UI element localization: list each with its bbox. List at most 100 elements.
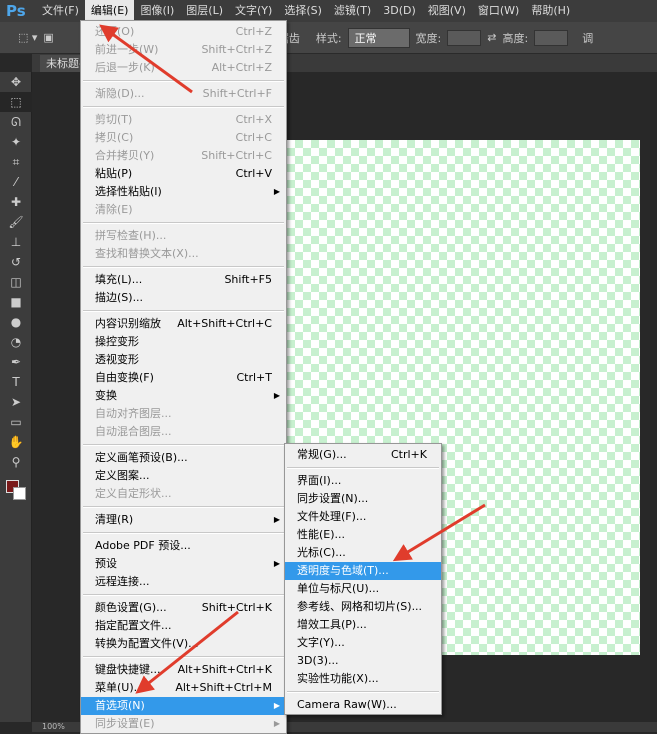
marquee-icon[interactable]: ⬚ (0, 92, 32, 112)
menu-item-label: 文件处理(F)... (297, 510, 367, 523)
path-select-icon[interactable]: ➤ (0, 392, 32, 412)
menu-item-label: 指定配置文件... (95, 619, 172, 632)
menu-item-22[interactable]: 自由变换(F) Ctrl+T (81, 369, 286, 387)
menu-item-7[interactable]: 拷贝(C) Ctrl+C (81, 129, 286, 147)
menu-item-15[interactable]: Camera Raw(W)... (285, 696, 441, 714)
menu-item-21[interactable]: 透视变形 (81, 351, 286, 369)
menu-item-9[interactable]: 参考线、网格和切片(S)... (285, 598, 441, 616)
menu-4[interactable]: 文字(Y) (229, 0, 278, 22)
menu-item-10[interactable]: 选择性粘贴(I) ▶ (81, 183, 286, 201)
menu-item-23[interactable]: 变换 ▶ (81, 387, 286, 405)
pen-icon[interactable]: ✒ (0, 352, 32, 372)
eyedropper-icon[interactable]: ⁄ (0, 172, 32, 192)
blur-icon[interactable]: ● (0, 312, 32, 332)
style-select[interactable]: 正常 (347, 27, 410, 48)
menu-1[interactable]: 编辑(E) (84, 0, 135, 22)
menu-item-29[interactable]: 定义自定形状... (81, 485, 286, 503)
menu-item-42[interactable]: 菜单(U)... Alt+Shift+Ctrl+M (81, 679, 286, 697)
menu-0[interactable]: 文件(F) (36, 0, 85, 22)
menu-item-44[interactable]: 同步设置(E) ▶ (81, 715, 286, 733)
menu-item-label: 键盘快捷键... (95, 663, 161, 676)
style-label: 样式: (315, 31, 342, 45)
menu-7[interactable]: 3D(D) (377, 0, 422, 22)
menu-item-label: 定义自定形状... (95, 487, 172, 500)
menu-item-1[interactable]: 前进一步(W) Shift+Ctrl+Z (81, 41, 286, 59)
menu-3[interactable]: 图层(L) (180, 0, 229, 22)
brush-icon[interactable]: 🖌 (0, 212, 32, 232)
crop-icon[interactable]: ⌗ (0, 152, 32, 172)
menu-item-label: 渐隐(D)... (95, 87, 145, 100)
menu-item-12[interactable]: 3D(3)... (285, 652, 441, 670)
menu-item-6[interactable]: 剪切(T) Ctrl+X (81, 111, 286, 129)
menu-item-5[interactable]: 性能(E)... (285, 526, 441, 544)
menu-item-6[interactable]: 光标(C)... (285, 544, 441, 562)
menu-item-24[interactable]: 自动对齐图层... (81, 405, 286, 423)
menu-item-2[interactable]: 后退一步(K) Alt+Ctrl+Z (81, 59, 286, 77)
refine-edge-button[interactable]: 调 (582, 30, 593, 46)
menu-8[interactable]: 视图(V) (422, 0, 472, 22)
menu-item-16[interactable]: 填充(L)... Shift+F5 (81, 271, 286, 289)
menu-item-4[interactable]: 文件处理(F)... (285, 508, 441, 526)
menu-item-13[interactable]: 实验性功能(X)... (285, 670, 441, 688)
menu-item-4[interactable]: 渐隐(D)... Shift+Ctrl+F (81, 85, 286, 103)
menu-item-7[interactable]: 透明度与色域(T)... (285, 562, 441, 580)
menu-item-39[interactable]: 转换为配置文件(V)... (81, 635, 286, 653)
menu-item-33[interactable]: Adobe PDF 预设... (81, 537, 286, 555)
menu-item-10[interactable]: 增效工具(P)... (285, 616, 441, 634)
magic-wand-icon[interactable]: ✦ (0, 132, 32, 152)
menu-item-19[interactable]: 内容识别缩放 Alt+Shift+Ctrl+C (81, 315, 286, 333)
menu-item-38[interactable]: 指定配置文件... (81, 617, 286, 635)
zoom-icon[interactable]: ⚲ (0, 452, 32, 472)
width-input[interactable] (447, 29, 482, 46)
menu-item-8[interactable]: 单位与标尺(U)... (285, 580, 441, 598)
menu-2[interactable]: 图像(I) (134, 0, 180, 22)
menu-item-9[interactable]: 粘贴(P) Ctrl+V (81, 165, 286, 183)
shape-icon[interactable]: ▭ (0, 412, 32, 432)
menu-item-25[interactable]: 自动混合图层... (81, 423, 286, 441)
swap-icon[interactable]: ⇄ (487, 31, 496, 44)
menu-item-17[interactable]: 描边(S)... (81, 289, 286, 307)
menu-item-20[interactable]: 操控变形 (81, 333, 286, 351)
menu-item-31[interactable]: 清理(R) ▶ (81, 511, 286, 529)
menu-5[interactable]: 选择(S) (278, 0, 328, 22)
menu-item-43[interactable]: 首选项(N) ▶ (81, 697, 286, 715)
menu-item-shortcut: Ctrl+T (236, 371, 272, 384)
hand-icon[interactable]: ✋ (0, 432, 32, 452)
menu-item-label: 透明度与色域(T)... (297, 564, 389, 577)
menu-9[interactable]: 窗口(W) (472, 0, 525, 22)
dodge-icon[interactable]: ◔ (0, 332, 32, 352)
move-icon[interactable]: ✥ (0, 72, 32, 92)
menu-item-14[interactable]: 查找和替换文本(X)... (81, 245, 286, 263)
healing-brush-icon[interactable]: ✚ (0, 192, 32, 212)
menu-item-2[interactable]: 界面(I)... (285, 472, 441, 490)
stamp-icon[interactable]: ⊥ (0, 232, 32, 252)
menu-item-3[interactable]: 同步设置(N)... (285, 490, 441, 508)
menu-item-label: 同步设置(N)... (297, 492, 369, 505)
menu-item-41[interactable]: 键盘快捷键... Alt+Shift+Ctrl+K (81, 661, 286, 679)
menu-10[interactable]: 帮助(H) (525, 0, 576, 22)
menu-item-0[interactable]: 还原(O) Ctrl+Z (81, 23, 286, 41)
menu-item-11[interactable]: 文字(Y)... (285, 634, 441, 652)
height-input[interactable] (534, 29, 569, 46)
gradient-icon[interactable]: ■ (0, 292, 32, 312)
menu-item-35[interactable]: 远程连接... (81, 573, 286, 591)
eraser-icon[interactable]: ◫ (0, 272, 32, 292)
menu-item-label: Camera Raw(W)... (297, 698, 397, 711)
menu-item-13[interactable]: 拼写检查(H)... (81, 227, 286, 245)
marquee-tool-preset-icon[interactable]: ⬚ ▾ (18, 31, 37, 44)
selection-mode-icon[interactable]: ▣ (43, 31, 53, 44)
menu-item-11[interactable]: 清除(E) (81, 201, 286, 219)
type-icon[interactable]: T (0, 372, 32, 392)
menu-item-0[interactable]: 常规(G)... Ctrl+K (285, 446, 441, 464)
menu-item-label: 首选项(N) (95, 699, 145, 712)
menu-item-34[interactable]: 预设 ▶ (81, 555, 286, 573)
menu-6[interactable]: 滤镜(T) (328, 0, 377, 22)
menu-item-8[interactable]: 合并拷贝(Y) Shift+Ctrl+C (81, 147, 286, 165)
menu-item-37[interactable]: 颜色设置(G)... Shift+Ctrl+K (81, 599, 286, 617)
color-swatches[interactable] (0, 478, 31, 508)
history-brush-icon[interactable]: ↺ (0, 252, 32, 272)
menu-item-28[interactable]: 定义图案... (81, 467, 286, 485)
menu-item-27[interactable]: 定义画笔预设(B)... (81, 449, 286, 467)
menu-separator (81, 77, 286, 85)
lasso-icon[interactable]: ᘏ (0, 112, 32, 132)
